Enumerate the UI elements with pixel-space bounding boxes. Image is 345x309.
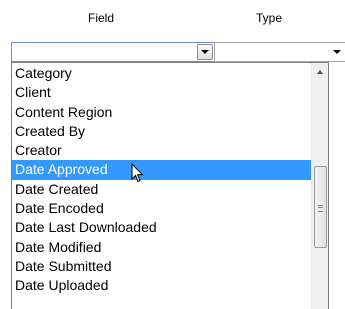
list-item[interactable]: Date Uploaded (12, 276, 311, 295)
type-select[interactable] (214, 42, 345, 62)
field-column-header: Field (88, 11, 115, 25)
field-dropdown-button[interactable] (197, 44, 213, 60)
field-select[interactable] (11, 42, 215, 62)
list-item[interactable]: Date Encoded (12, 199, 311, 218)
list-item[interactable]: Content Region (12, 103, 311, 122)
list-item[interactable]: Creator (12, 141, 311, 160)
vertical-scrollbar[interactable] (311, 63, 328, 309)
scrollbar-thumb[interactable] (314, 166, 327, 248)
list-item[interactable]: Category (12, 64, 311, 83)
chevron-down-icon[interactable] (333, 50, 341, 54)
mouse-pointer-icon (131, 163, 144, 183)
list-item[interactable]: Client (12, 83, 311, 102)
list-item[interactable]: Date Submitted (12, 257, 311, 276)
field-dropdown-list[interactable]: Category Client Content Region Created B… (11, 62, 329, 309)
list-item[interactable]: Created By (12, 122, 311, 141)
chevron-down-icon (201, 50, 209, 54)
type-column-header: Type (256, 11, 283, 25)
list-item[interactable]: Date Modified (12, 238, 311, 257)
list-item[interactable]: Date Last Downloaded (12, 218, 311, 237)
scroll-up-arrow-icon (317, 69, 323, 74)
list-item[interactable]: Date Created (12, 180, 311, 199)
scroll-up-button[interactable] (312, 63, 328, 80)
scrollbar-grip (318, 205, 323, 212)
field-options: Category Client Content Region Created B… (12, 64, 311, 296)
list-item[interactable]: Date Approved (12, 160, 311, 180)
